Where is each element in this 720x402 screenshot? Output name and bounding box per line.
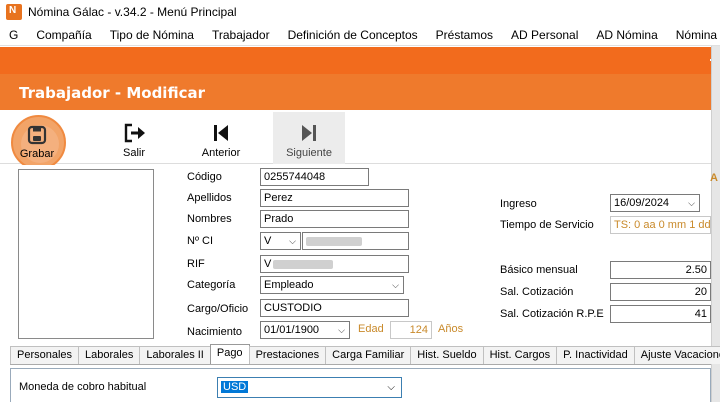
- salcot-label: Sal. Cotización: [500, 286, 574, 298]
- categoria-label: Categoría: [187, 279, 236, 291]
- codigo-field[interactable]: 0255744048: [260, 168, 369, 186]
- menu-item-tipo-nomina[interactable]: Tipo de Nómina: [101, 24, 203, 45]
- ingreso-label: Ingreso: [500, 198, 537, 210]
- moneda-label: Moneda de cobro habitual: [19, 381, 147, 393]
- rif-field[interactable]: V: [260, 255, 409, 273]
- ci-label: Nº CI: [187, 235, 214, 247]
- chevron-down-icon: ⌵: [387, 382, 395, 393]
- grabar-button[interactable]: Grabar: [8, 112, 66, 170]
- chevron-down-icon: ⌵: [392, 280, 399, 290]
- window-title: Nómina Gálac - v.34.2 - Menú Principal: [28, 5, 237, 19]
- menu-item-definicion-conceptos[interactable]: Definición de Conceptos: [279, 24, 427, 45]
- nombres-field[interactable]: Prado: [260, 210, 409, 228]
- ingreso-date[interactable]: 16/09/2024 ⌵: [610, 194, 700, 212]
- pago-panel: Moneda de cobro habitual USD ⌵: [10, 368, 711, 402]
- basico-label: Básico mensual: [500, 264, 578, 276]
- chevron-down-icon: ⌵: [688, 198, 695, 208]
- nacimiento-value: 01/01/1900: [264, 324, 320, 336]
- toolbar: Grabar Salir Anterior Siguiente: [0, 110, 711, 170]
- exit-icon: [124, 123, 145, 143]
- pago-tab-content: Moneda de cobro habitual USD ⌵: [10, 365, 711, 402]
- nacimiento-label: Nacimiento: [187, 326, 243, 338]
- menu-item-ad-personal[interactable]: AD Personal: [502, 24, 587, 45]
- tab-pago[interactable]: Pago: [209, 344, 250, 364]
- redacted-rif: [273, 259, 334, 269]
- salrpe-label: Sal. Cotización R.P.E: [500, 308, 604, 320]
- basico-field[interactable]: 2.50: [610, 261, 711, 279]
- tab-laborales[interactable]: Laborales: [78, 346, 141, 364]
- rif-prefix: V: [264, 258, 272, 270]
- form-header: Trabajador - Modificar: [0, 74, 711, 110]
- ci-type-select[interactable]: V ⌵: [260, 232, 301, 250]
- siguiente-button[interactable]: Siguiente: [273, 112, 345, 164]
- salrpe-field[interactable]: 41: [610, 305, 711, 323]
- cargo-field[interactable]: CUSTODIO: [260, 299, 409, 317]
- edad-label: Edad: [358, 323, 384, 335]
- tiempo-field: TS: 0 aa 0 mm 1 dd: [610, 216, 711, 234]
- anterior-label: Anterior: [201, 147, 241, 159]
- tab-prestaciones[interactable]: Prestaciones: [248, 346, 327, 364]
- grabar-label: Grabar: [19, 148, 55, 160]
- tab-hist-cargos[interactable]: Hist. Cargos: [482, 346, 558, 364]
- menu-item-prestamos[interactable]: Préstamos: [427, 24, 502, 45]
- siguiente-label: Siguiente: [286, 147, 332, 159]
- previous-icon: [214, 125, 228, 141]
- apellidos-label: Apellidos: [187, 192, 232, 204]
- next-icon: [302, 125, 316, 141]
- menu-bar: G Compañía Tipo de Nómina Trabajador Def…: [0, 24, 720, 46]
- tab-personales[interactable]: Personales: [10, 346, 80, 364]
- save-icon: [27, 125, 47, 145]
- salcot-field[interactable]: 20: [610, 283, 711, 301]
- anterior-button[interactable]: Anterior: [185, 112, 257, 164]
- categoria-value: Empleado: [264, 279, 314, 291]
- salir-label: Salir: [122, 147, 145, 159]
- moneda-value: USD: [221, 381, 249, 393]
- nacimiento-date[interactable]: 01/01/1900 ⌵: [260, 321, 350, 339]
- tab-carga-familiar[interactable]: Carga Familiar: [325, 346, 412, 364]
- menu-item-g[interactable]: G: [0, 24, 27, 45]
- rif-label: RIF: [187, 258, 205, 270]
- apellidos-field[interactable]: Perez: [260, 189, 409, 207]
- moneda-select[interactable]: USD ⌵: [217, 377, 402, 398]
- menu-item-trabajador[interactable]: Trabajador: [203, 24, 279, 45]
- form-title: Trabajador - Modificar: [19, 84, 205, 102]
- tab-laborales-ii[interactable]: Laborales II: [139, 346, 211, 364]
- ci-type-value: V: [264, 235, 272, 247]
- menu-item-compania[interactable]: Compañía: [27, 24, 100, 45]
- salir-button[interactable]: Salir: [98, 112, 170, 164]
- corner-label: A: [710, 172, 718, 184]
- orange-strip: [0, 47, 720, 74]
- tiempo-label: Tiempo de Servicio: [500, 219, 594, 231]
- cargo-label: Cargo/Oficio: [187, 303, 249, 315]
- categoria-select[interactable]: Empleado ⌵: [260, 276, 404, 294]
- chevron-down-icon: ⌵: [289, 236, 296, 246]
- redacted-ci: [306, 236, 362, 246]
- menu-item-nomina[interactable]: Nómina: [667, 24, 720, 45]
- tab-ajuste-vacaciones[interactable]: Ajuste Vacaciones: [633, 346, 720, 364]
- title-bar: Nómina Gálac - v.34.2 - Menú Principal: [0, 0, 720, 24]
- codigo-label: Código: [187, 171, 222, 183]
- chevron-down-icon: ⌵: [338, 325, 345, 335]
- edad-field: 124: [390, 321, 432, 339]
- ci-number-field[interactable]: [302, 232, 409, 250]
- app-icon: [6, 4, 22, 20]
- trabajador-form: Código 0255744048 Apellidos Perez Nombre…: [10, 165, 718, 345]
- ingreso-value: 16/09/2024: [614, 197, 670, 209]
- menu-item-ad-nomina[interactable]: AD Nómina: [587, 24, 666, 45]
- edad-unit: Años: [438, 323, 464, 335]
- tab-hist-sueldo[interactable]: Hist. Sueldo: [410, 346, 484, 364]
- nombres-label: Nombres: [187, 213, 232, 225]
- tab-strip: Personales Laborales Laborales II Pago P…: [10, 344, 720, 365]
- photo-box[interactable]: [18, 169, 154, 339]
- tab-p-inactividad[interactable]: P. Inactividad: [556, 346, 635, 364]
